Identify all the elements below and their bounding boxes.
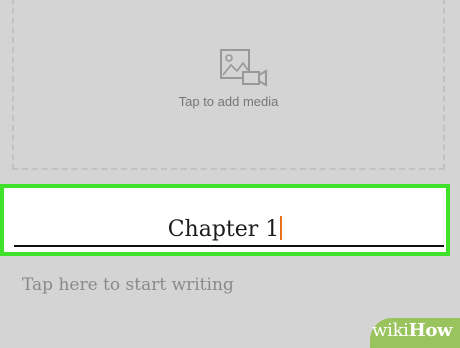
chapter-title-text-row: Chapter 1 [4, 216, 446, 243]
title-underline [14, 245, 444, 247]
chapter-title-field[interactable]: Chapter 1 [0, 184, 450, 256]
text-cursor [280, 216, 283, 240]
image-video-icon [220, 49, 267, 87]
add-media-label: Tap to add media [178, 94, 279, 109]
story-body-input[interactable]: Tap here to start writing [22, 275, 234, 295]
wikihow-logo: wikiHow [372, 320, 453, 341]
add-media-area[interactable]: Tap to add media [12, 0, 445, 170]
chapter-title-value: Chapter 1 [167, 217, 280, 242]
